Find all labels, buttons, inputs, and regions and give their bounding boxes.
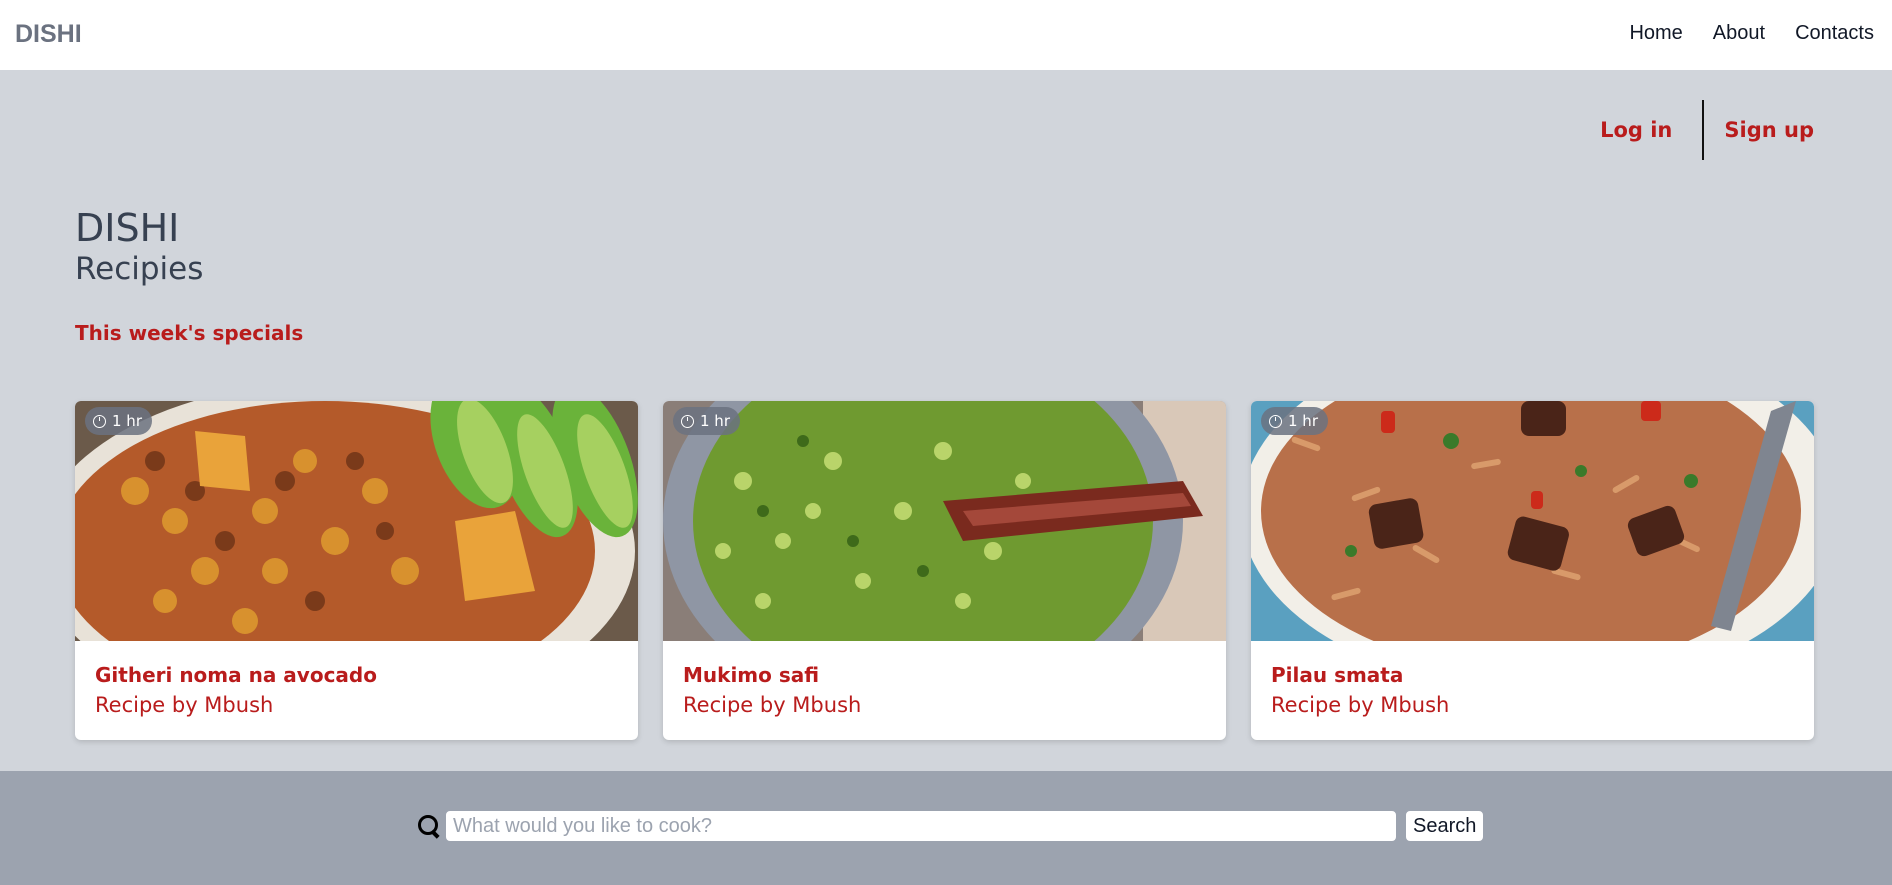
signup-link[interactable]: Sign up (1724, 118, 1814, 142)
duration-badge: 1 hr (85, 407, 152, 435)
recipe-card[interactable]: 1 hr Pilau smata Recipe by Mbush (1251, 401, 1814, 740)
duration-badge: 1 hr (673, 407, 740, 435)
clock-icon (1269, 414, 1282, 428)
recipe-cards: 1 hr Githeri noma na avocado Recipe by M… (75, 401, 1815, 740)
search-icon (416, 813, 442, 839)
mukimo-photo: 1 hr (663, 401, 1226, 641)
duration-label: 1 hr (700, 412, 730, 430)
nav-links: Home About Contacts (1629, 22, 1874, 45)
pilau-photo: 1 hr (1251, 401, 1814, 641)
duration-label: 1 hr (1288, 412, 1318, 430)
search-button[interactable]: Search (1406, 811, 1484, 841)
recipe-card[interactable]: 1 hr Mukimo safi Recipe by Mbush (663, 401, 1226, 740)
githeri-photo: 1 hr (75, 401, 638, 641)
nav-link-home[interactable]: Home (1629, 22, 1682, 45)
duration-label: 1 hr (112, 412, 142, 430)
search-footer: Search (0, 771, 1892, 885)
clock-icon (681, 414, 694, 428)
recipe-title[interactable]: Pilau smata (1271, 663, 1794, 687)
card-body: Githeri noma na avocado Recipe by Mbush (75, 641, 638, 717)
card-body: Pilau smata Recipe by Mbush (1251, 641, 1814, 717)
hero-section: Log in Sign up DISHI Recipies This week'… (0, 70, 1892, 771)
brand-logo[interactable]: DISHI (15, 20, 82, 49)
page-title: DISHI (75, 206, 180, 250)
specials-heading: This week's specials (75, 321, 304, 345)
recipe-author: Recipe by Mbush (1271, 693, 1450, 717)
search-bar: Search (416, 811, 1484, 841)
recipe-author: Recipe by Mbush (683, 693, 862, 717)
auth-links: Log in Sign up (1600, 100, 1814, 160)
recipe-title[interactable]: Githeri noma na avocado (95, 663, 618, 687)
duration-badge: 1 hr (1261, 407, 1328, 435)
nav-link-contacts[interactable]: Contacts (1795, 22, 1874, 45)
top-navbar: DISHI Home About Contacts (0, 0, 1892, 70)
login-link[interactable]: Log in (1600, 118, 1672, 142)
recipe-title[interactable]: Mukimo safi (683, 663, 1206, 687)
clock-icon (93, 414, 106, 428)
search-input[interactable] (446, 811, 1396, 841)
recipe-card[interactable]: 1 hr Githeri noma na avocado Recipe by M… (75, 401, 638, 740)
card-body: Mukimo safi Recipe by Mbush (663, 641, 1226, 717)
nav-link-about[interactable]: About (1713, 22, 1765, 45)
auth-divider (1702, 100, 1705, 160)
page-subtitle: Recipies (75, 251, 204, 287)
recipe-author: Recipe by Mbush (95, 693, 274, 717)
